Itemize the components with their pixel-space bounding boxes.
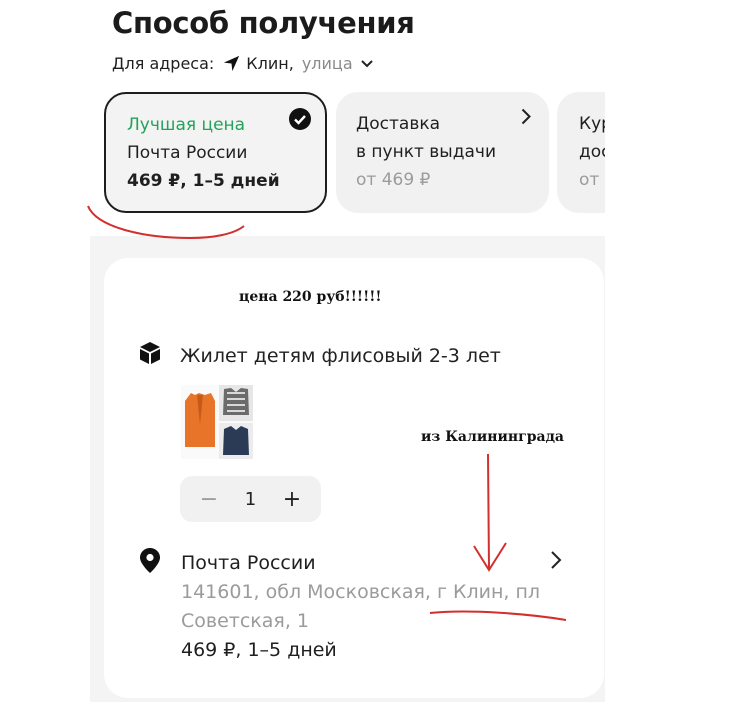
increment-button[interactable]: + [281,487,303,512]
option-name-line1: Кур [579,114,605,134]
address-label: Для адреса: [112,54,215,73]
address-city: Клин, [246,54,294,73]
delivery-option-post-russia[interactable]: Лучшая цена Почта России 469 ₽, 1–5 дней [104,92,327,213]
address-street: улица [301,54,353,73]
pickup-address: 141601, обл Московская, г Клин, пл Совет… [181,581,541,632]
delivery-option-pickup-point[interactable]: Доставка в пункт выдачи от 469 ₽ [336,92,549,213]
decrement-button[interactable]: − [198,487,220,512]
product-name: Жилет детям флисовый 2-3 лет [180,344,501,367]
pickup-price-time: 469 ₽, 1–5 дней [181,639,337,661]
best-price-tag: Лучшая цена [127,115,246,135]
quantity-stepper: − 1 + [180,476,321,522]
pickup-name: Почта России [181,552,316,574]
pickup-details[interactable]: Почта России 141601, обл Московская, г К… [181,549,561,665]
location-pin-icon [140,548,160,577]
origin-annotation: из Калининграда [421,429,564,445]
address-selector[interactable]: Для адреса: Клин, улица [112,54,373,73]
page-title: Способ получения [112,6,415,40]
option-price: от [579,170,600,190]
location-arrow-icon [223,55,240,72]
chevron-right-icon [521,108,531,129]
package-box-icon [138,341,162,370]
quantity-value: 1 [244,488,257,510]
chevron-right-icon[interactable] [550,550,562,574]
option-name-line2: дос [579,142,605,162]
product-thumbnail[interactable] [181,385,253,459]
option-price: от 469 ₽ [356,170,431,190]
price-annotation: цена 220 руб!!!!!! [239,289,382,305]
option-price: 469 ₽, 1–5 дней [127,171,280,191]
chevron-down-icon [360,59,373,68]
option-name-line2: в пункт выдачи [356,142,496,162]
product-row: Жилет детям флисовый 2-3 лет [138,341,501,370]
delivery-option-courier[interactable]: Кур дос от [557,92,605,213]
option-name-line1: Доставка [356,114,441,134]
check-circle-icon [289,108,311,134]
option-name: Почта России [127,143,248,163]
